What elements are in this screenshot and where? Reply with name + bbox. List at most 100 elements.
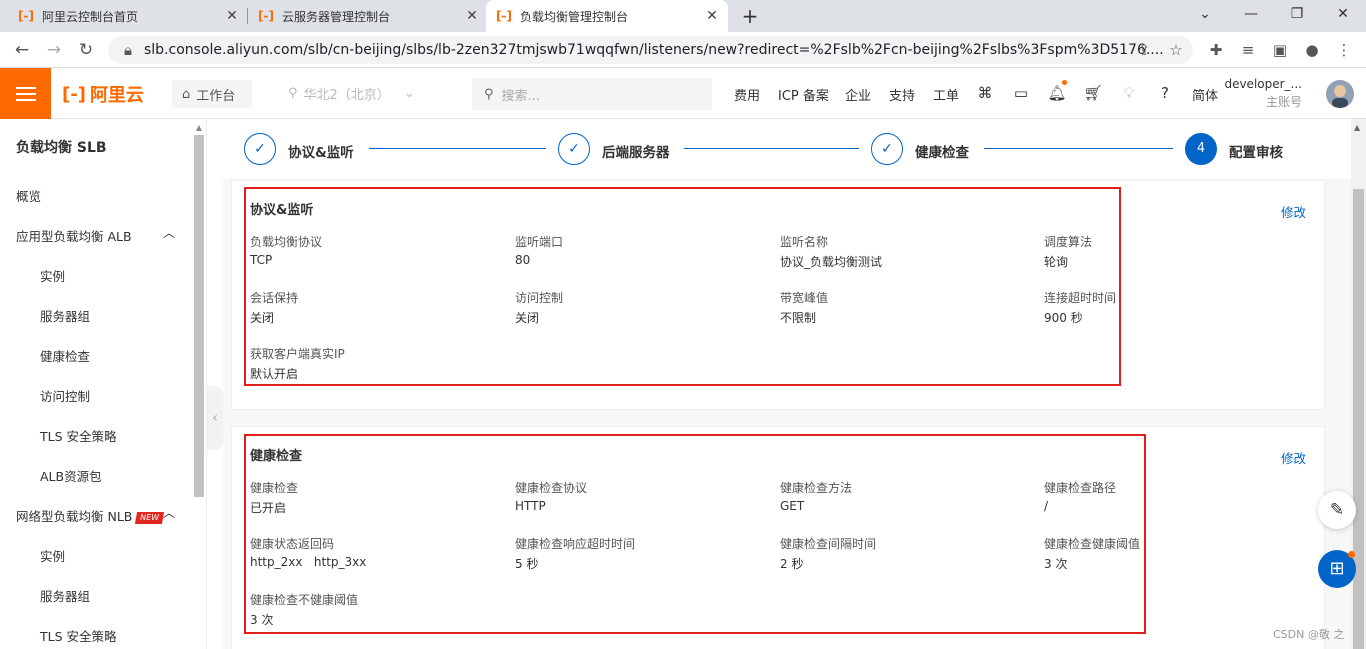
- browser-tab[interactable]: [-] 云服务器管理控制台 ✕: [248, 0, 488, 32]
- user-info[interactable]: developer_... 主账号: [1224, 77, 1302, 110]
- workbench-label: 工作台: [196, 88, 236, 104]
- share-icon[interactable]: ⇪: [1134, 40, 1154, 60]
- step-connector: [684, 148, 859, 149]
- address-bar-row: ← → ↻ 🔒︎ slb.console.aliyun.com/slb/cn-b…: [0, 32, 1366, 68]
- sidebar-item-nlb-instance[interactable]: 实例: [40, 546, 65, 565]
- browser-tab-active[interactable]: [-] 负载均衡管理控制台 ✕: [486, 0, 728, 32]
- tab-search-icon[interactable]: ⌄: [1182, 0, 1228, 30]
- reload-icon[interactable]: ↻: [74, 38, 98, 62]
- user-role: 主账号: [1265, 95, 1302, 109]
- lock-icon[interactable]: 🔒︎: [118, 40, 138, 60]
- edit-pencil-icon[interactable]: ✎: [1318, 491, 1356, 529]
- sidebar-item-nlb-tls[interactable]: TLS 安全策略: [40, 626, 117, 645]
- step-connector: [984, 148, 1173, 149]
- nav-ticket[interactable]: 工单: [933, 85, 959, 104]
- profile-icon[interactable]: ●: [1302, 40, 1322, 60]
- user-name: developer_...: [1224, 77, 1302, 91]
- cloudshell-icon[interactable]: ⌘: [975, 83, 995, 103]
- notification-dot: [1062, 80, 1067, 85]
- edit-listener-link[interactable]: 修改: [1281, 202, 1306, 221]
- close-tab-icon[interactable]: ✕: [464, 8, 480, 24]
- sidebar-item-alb-package[interactable]: ALB资源包: [40, 466, 102, 485]
- sidebar-item-alb-instance[interactable]: 实例: [40, 266, 65, 285]
- url-field[interactable]: 🔒︎ slb.console.aliyun.com/slb/cn-beijing…: [108, 36, 1193, 64]
- lightbulb-icon[interactable]: 💡︎: [1119, 83, 1139, 103]
- browser-tab-bar: [-] 阿里云控制台首页 ✕ [-] 云服务器管理控制台 ✕ [-] 负载均衡管…: [0, 0, 1366, 32]
- browser-menu-icon[interactable]: ⋮: [1334, 40, 1354, 60]
- app-header: [-] 阿里云 ⌂ 工作台 ⚲ 华北2（北京） ⌄ ⚲ 搜索... 费用 ICP…: [0, 68, 1366, 119]
- browser-tab[interactable]: [-] 阿里云控制台首页 ✕: [8, 0, 248, 32]
- sidebar-scrollbar[interactable]: [194, 135, 204, 497]
- new-tab-icon[interactable]: +: [738, 4, 762, 28]
- sidebar-item-alb-tls[interactable]: TLS 安全策略: [40, 426, 117, 445]
- avatar[interactable]: [1326, 80, 1354, 108]
- close-tab-icon[interactable]: ✕: [224, 8, 240, 24]
- nav-support[interactable]: 支持: [889, 85, 915, 104]
- sidebar: 负载均衡 SLB 概览 应用型负载均衡 ALB ︿ 实例 服务器组 健康检查 访…: [0, 119, 207, 649]
- chevron-left-icon: ‹: [212, 410, 218, 426]
- aliyun-logo-icon: [-]: [62, 83, 86, 105]
- watermark: CSDN @敬 之: [1273, 628, 1345, 641]
- sidebar-item-alb-health-check[interactable]: 健康检查: [40, 346, 90, 365]
- step-connector: [369, 148, 546, 149]
- step-label: 健康检查: [915, 145, 969, 161]
- workbench-button[interactable]: ⌂ 工作台: [172, 80, 252, 108]
- step-done-check-icon: ✓: [871, 133, 903, 165]
- bookmark-star-icon[interactable]: ☆: [1166, 40, 1186, 60]
- step-done-check-icon: ✓: [244, 133, 276, 165]
- scroll-up-arrow-icon[interactable]: ▲: [1354, 123, 1360, 132]
- step-indicator: ✓ 协议&监听 ✓ 后端服务器 ✓ 健康检查 4 配置审核: [223, 119, 1351, 179]
- sidebar-item-alb-server-group[interactable]: 服务器组: [40, 306, 90, 325]
- step-current-number: 4: [1185, 133, 1217, 165]
- nav-enterprise[interactable]: 企业: [845, 85, 871, 104]
- region-selector[interactable]: ⚲ 华北2（北京） ⌄: [288, 84, 415, 103]
- edit-health-check-link[interactable]: 修改: [1281, 448, 1306, 467]
- aliyun-favicon-icon: [-]: [18, 9, 34, 23]
- scrollbar-thumb[interactable]: [1353, 189, 1364, 649]
- hamburger-menu-icon[interactable]: [0, 68, 51, 119]
- chevron-up-icon[interactable]: ︿: [163, 224, 175, 241]
- step-label: 配置审核: [1229, 145, 1283, 161]
- aliyun-logo[interactable]: [-] 阿里云: [62, 82, 144, 107]
- maximize-icon[interactable]: ❐: [1274, 0, 1320, 30]
- side-panel-icon[interactable]: ▣: [1270, 40, 1290, 60]
- cart-icon[interactable]: 🛒︎: [1083, 83, 1103, 103]
- bell-icon[interactable]: 🔔︎: [1047, 83, 1067, 103]
- location-pin-icon: ⚲: [288, 86, 298, 101]
- sidebar-title: 负载均衡 SLB: [16, 140, 107, 156]
- tab-title: 负载均衡管理控制台: [520, 9, 629, 24]
- notification-dot: [1348, 551, 1355, 558]
- tab-title: 云服务器管理控制台: [282, 9, 391, 24]
- highlight-box: [244, 434, 1146, 634]
- close-tab-icon[interactable]: ✕: [704, 8, 720, 24]
- highlight-box: [244, 187, 1121, 386]
- sidebar-group-nlb[interactable]: 网络型负载均衡 NLB NEW: [16, 506, 165, 525]
- aliyun-favicon-icon: [-]: [258, 9, 274, 23]
- sidebar-item-overview[interactable]: 概览: [16, 186, 41, 205]
- media-icon[interactable]: ≡: [1238, 40, 1258, 60]
- search-icon: ⚲: [484, 86, 494, 102]
- help-icon[interactable]: ?: [1155, 83, 1175, 103]
- terminal-icon[interactable]: ▭: [1011, 83, 1031, 103]
- step-label: 后端服务器: [602, 145, 670, 161]
- extensions-icon[interactable]: ✚: [1206, 40, 1226, 60]
- forward-icon[interactable]: →: [42, 38, 66, 62]
- language-switch[interactable]: 简体: [1192, 85, 1218, 104]
- nav-icp[interactable]: ICP 备案: [778, 85, 829, 104]
- tab-title: 阿里云控制台首页: [42, 9, 139, 24]
- aliyun-favicon-icon: [-]: [496, 9, 512, 23]
- sidebar-item-nlb-server-group[interactable]: 服务器组: [40, 586, 90, 605]
- sidebar-group-alb[interactable]: 应用型负载均衡 ALB: [16, 226, 132, 245]
- minimize-icon[interactable]: —: [1228, 0, 1274, 30]
- step-done-check-icon: ✓: [558, 133, 590, 165]
- chevron-up-icon[interactable]: ︿: [163, 504, 175, 521]
- nav-fees[interactable]: 费用: [734, 85, 760, 104]
- search-placeholder: 搜索...: [501, 88, 540, 104]
- close-window-icon[interactable]: ✕: [1320, 0, 1366, 30]
- main-content: ✓ 协议&监听 ✓ 后端服务器 ✓ 健康检查 4 配置审核 协议&监听 修改 负…: [223, 119, 1351, 649]
- search-input[interactable]: ⚲ 搜索...: [472, 78, 712, 110]
- sidebar-item-alb-acl[interactable]: 访问控制: [40, 386, 90, 405]
- scroll-up-arrow-icon[interactable]: ▲: [194, 123, 204, 132]
- sidebar-collapse-handle[interactable]: ‹: [207, 386, 223, 450]
- back-icon[interactable]: ←: [10, 38, 34, 62]
